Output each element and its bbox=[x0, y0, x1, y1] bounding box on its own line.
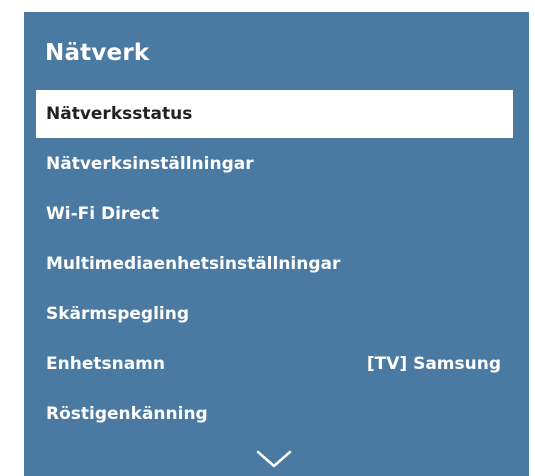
network-menu-panel: Nätverk Nätverksstatus Nätverksinställni… bbox=[24, 12, 529, 476]
menu-item-device-name[interactable]: Enhetsnamn [TV] Samsung bbox=[36, 340, 513, 388]
menu-item-label: Enhetsnamn bbox=[46, 354, 165, 374]
chevron-down-icon[interactable] bbox=[254, 448, 294, 470]
menu-item-multimedia-device-settings[interactable]: Multimediaenhetsinställningar bbox=[36, 240, 513, 288]
device-name-value: [TV] Samsung bbox=[366, 354, 501, 374]
menu-item-wifi-direct[interactable]: Wi-Fi Direct bbox=[36, 190, 513, 238]
menu-item-network-status[interactable]: Nätverksstatus bbox=[36, 90, 513, 138]
menu-item-network-settings[interactable]: Nätverksinställningar bbox=[36, 140, 513, 188]
menu-item-screen-mirroring[interactable]: Skärmspegling bbox=[36, 290, 513, 338]
network-menu: Nätverksstatus Nätverksinställningar Wi-… bbox=[36, 90, 513, 440]
menu-item-label: Wi-Fi Direct bbox=[46, 204, 160, 224]
menu-item-label: Multimediaenhetsinställningar bbox=[46, 254, 341, 274]
menu-item-label: Röstigenkänning bbox=[46, 404, 208, 424]
menu-item-label: Skärmspegling bbox=[46, 304, 190, 324]
menu-item-label: Nätverksstatus bbox=[46, 104, 193, 124]
panel-title: Nätverk bbox=[45, 40, 150, 66]
menu-item-voice-recognition[interactable]: Röstigenkänning bbox=[36, 390, 513, 438]
menu-item-label: Nätverksinställningar bbox=[46, 154, 254, 174]
